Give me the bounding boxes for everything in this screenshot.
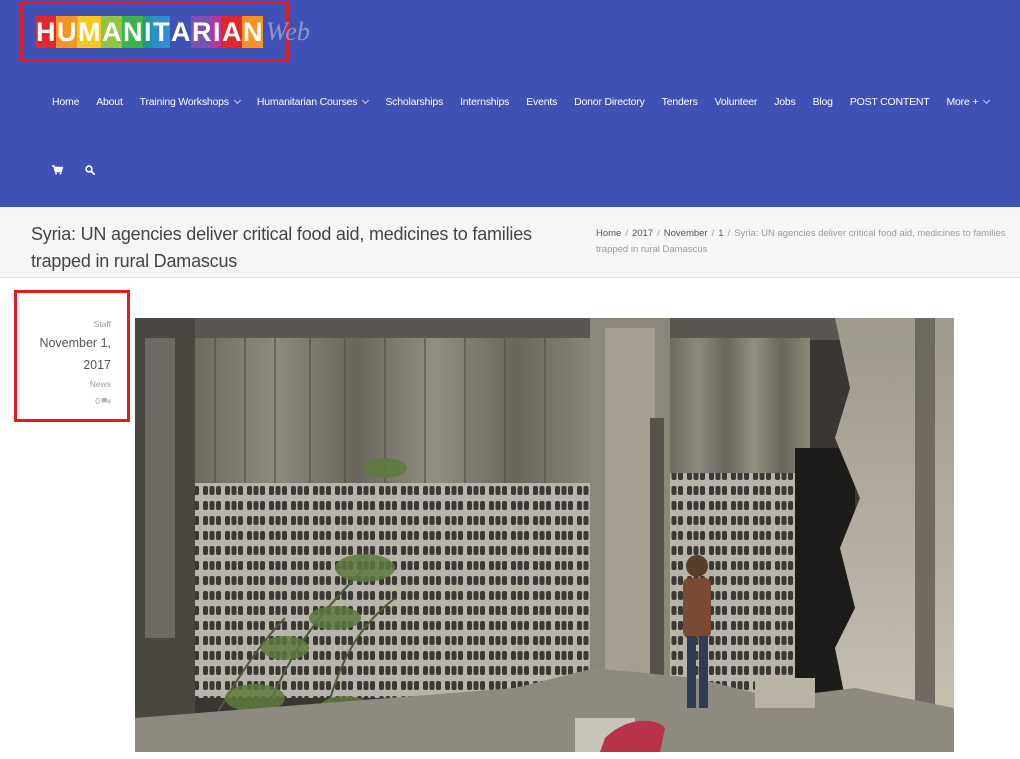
nav-item-label: Blog [812, 96, 833, 108]
nav-item-label: POST CONTENT [849, 96, 930, 108]
logo-letter: N [122, 16, 143, 48]
post-comments[interactable]: 0 [33, 394, 111, 408]
logo-letter: A [101, 16, 122, 48]
breadcrumb-separator: / [711, 228, 715, 239]
logo-highlight-box: HUMANITARIAN Web [20, 1, 310, 62]
nav-item-internships[interactable]: Internships [460, 96, 509, 108]
nav-item-label: More + [946, 96, 979, 108]
comment-count: 0 [95, 396, 100, 406]
breadcrumb: Home/2017/November/1/Syria: UN agencies … [596, 226, 1006, 258]
nav-item-label: Internships [460, 96, 510, 108]
nav-item-tenders[interactable]: Tenders [662, 96, 698, 108]
logo-letter: A [221, 16, 243, 48]
nav-item-label: Humanitarian Courses [256, 96, 358, 108]
logo-letter: N [242, 16, 264, 48]
breadcrumb-link[interactable]: Home [596, 228, 621, 239]
nav-item-scholarships[interactable]: Scholarships [385, 96, 443, 108]
nav-item-label: Events [526, 96, 558, 108]
logo-suffix: Web [266, 17, 310, 46]
logo-letter: R [191, 16, 213, 48]
logo-wordmark: HUMANITARIAN [35, 16, 264, 48]
post-date: November 1, 2017 [33, 332, 111, 376]
nav-item-label: Donor Directory [574, 96, 645, 108]
breadcrumb-separator: / [657, 228, 660, 239]
nav-item-events[interactable]: Events [526, 96, 557, 108]
logo-letter: M [77, 16, 101, 48]
chevron-down-icon [362, 96, 370, 105]
post-meta: Staff November 1, 2017 News 0 [33, 318, 111, 408]
post-category[interactable]: News [33, 378, 111, 390]
breadcrumb-separator: / [625, 228, 628, 239]
site-logo[interactable]: HUMANITARIAN Web [35, 16, 310, 48]
nav-item-donor-directory[interactable]: Donor Directory [574, 96, 645, 108]
nav-item-label: Scholarships [385, 96, 444, 108]
nav-item-post-content[interactable]: POST CONTENT [850, 96, 930, 108]
cart-icon-glyph [52, 165, 63, 175]
logo-letter: I [212, 16, 222, 48]
nav-item-volunteer[interactable]: Volunteer [715, 96, 758, 108]
nav-item-label: Home [52, 96, 80, 108]
chevron-down-icon [983, 96, 991, 105]
header-icons [52, 165, 117, 175]
nav-item-home[interactable]: Home [52, 96, 79, 108]
nav-item-humanitarian-courses[interactable]: Humanitarian Courses [256, 96, 370, 108]
nav-item-training-workshops[interactable]: Training Workshops [139, 96, 241, 108]
chevron-down-icon [233, 96, 241, 105]
logo-letter: A [170, 16, 192, 48]
post-date-text: November 1, 2017 [39, 336, 111, 372]
logo-letter: H [35, 16, 56, 48]
nav-item-label: Tenders [661, 96, 698, 108]
page-title: Syria: UN agencies deliver critical food… [31, 224, 532, 271]
logo-letter: T [152, 16, 171, 48]
breadcrumb-link[interactable]: November [664, 228, 708, 239]
featured-image-illustration [135, 318, 954, 752]
nav-item-jobs[interactable]: Jobs [774, 96, 796, 108]
nav-item-about[interactable]: About [96, 96, 123, 108]
post-meta-highlight-box: Staff November 1, 2017 News 0 [14, 290, 130, 422]
post-author[interactable]: Staff [33, 318, 111, 330]
nav-item-label: Volunteer [714, 96, 758, 108]
nav-item-label: Training Workshops [139, 96, 229, 108]
breadcrumb-separator: / [727, 228, 731, 239]
cart-icon[interactable] [52, 165, 63, 175]
logo-letter: I [143, 16, 153, 48]
main-navigation: Home About Training Workshops Humanitarian … [52, 94, 1006, 110]
nav-item-label: Jobs [774, 96, 796, 108]
nav-item-blog[interactable]: Blog [813, 96, 833, 108]
breadcrumb-link[interactable]: 1 [718, 228, 723, 239]
search-icon-glyph [85, 165, 95, 175]
featured-image[interactable] [135, 318, 954, 752]
nav-item-more[interactable]: More + [946, 96, 991, 108]
comments-icon [101, 398, 111, 405]
page-title-bar: Syria: UN agencies deliver critical food… [0, 207, 1020, 278]
site-header: HUMANITARIAN Web Home About Training Works… [0, 0, 1020, 207]
nav-item-label: About [96, 96, 123, 108]
search-icon[interactable] [85, 165, 95, 175]
breadcrumb-link[interactable]: 2017 [632, 228, 653, 239]
logo-letter: U [56, 16, 77, 48]
